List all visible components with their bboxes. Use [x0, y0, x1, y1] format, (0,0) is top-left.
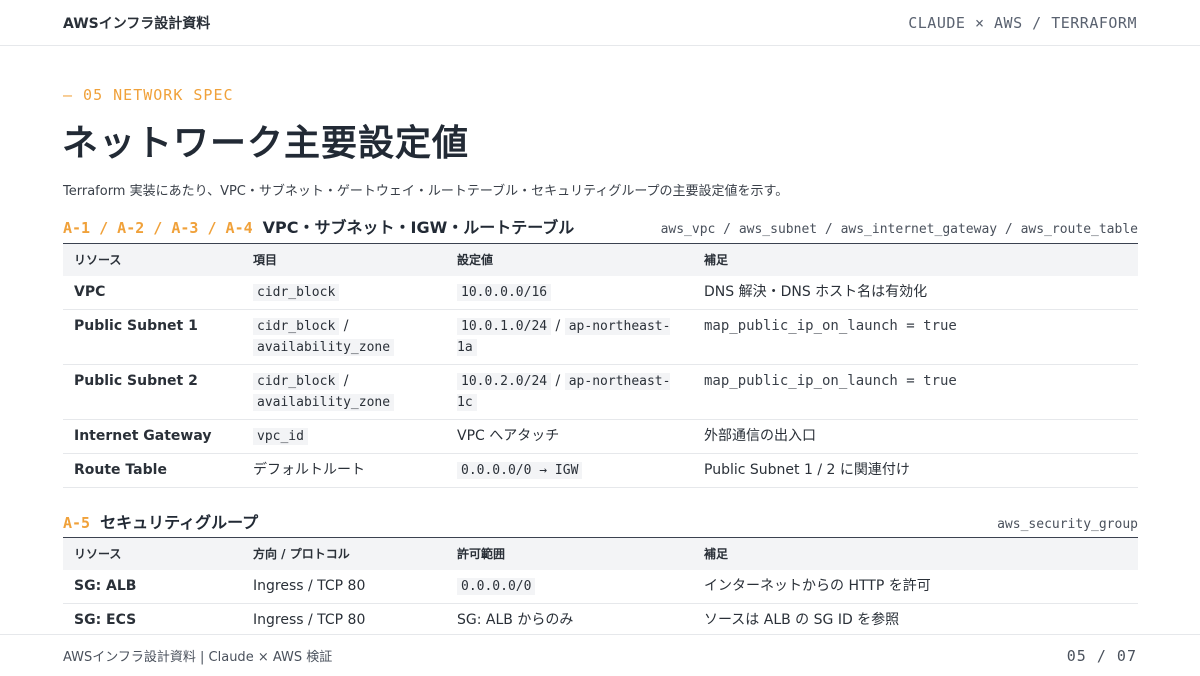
header-tagline: CLAUDE × AWS / TERRAFORM	[908, 13, 1137, 32]
cell-note: map_public_ip_on_launch = true	[693, 309, 1138, 365]
table-row: Public Subnet 2 cidr_block / availability…	[63, 364, 1138, 420]
cell-text: SG: ALB からのみ	[457, 611, 574, 628]
footer-text: AWSインフラ設計資料 | Claude × AWS 検証	[63, 650, 333, 665]
cell-item: Ingress / TCP 80	[242, 603, 446, 638]
sg-table-header-row: リソース 方向 / プロトコル 許可範囲 補足	[63, 537, 1138, 570]
cell-text: Ingress / TCP 80	[253, 577, 366, 594]
cell-text: Ingress / TCP 80	[253, 611, 366, 628]
cell-resource: Internet Gateway	[63, 419, 242, 454]
cell-note: ソースは ALB の SG ID を参照	[693, 603, 1138, 638]
network-table-title: VPC・サブネット・IGW・ルートテーブル	[262, 218, 575, 237]
col-header-direction: 方向 / プロトコル	[253, 547, 350, 562]
cell-item: cidr_block / availability_zone	[242, 364, 446, 420]
col-header-item: 項目	[253, 253, 278, 268]
cell-item: vpc_id	[242, 419, 446, 454]
code-snippet: availability_zone	[253, 338, 395, 356]
code-snippet: 10.0.1.0/24	[457, 317, 552, 335]
table-row: SG: ALB Ingress / TCP 80 0.0.0.0/0 インターネットか…	[63, 569, 1138, 604]
cell-text: /	[551, 317, 565, 334]
col-header-value: 設定値	[457, 253, 494, 268]
cell-text: /	[339, 372, 349, 389]
sg-table-heading: A-5 セキュリティグループ aws_security_group	[63, 509, 1138, 533]
table-row: Route Table デフォルトルート 0.0.0.0/0 → IGW Public…	[63, 453, 1138, 488]
network-table-resources: aws_vpc / aws_subnet / aws_internet_gate…	[660, 222, 1138, 237]
cell-value: SG: ALB からのみ	[446, 603, 693, 638]
cell-resource: Route Table	[63, 453, 242, 488]
cell-value: 0.0.0.0/0	[446, 569, 693, 604]
code-snippet: 10.0.2.0/24	[457, 372, 552, 390]
sg-table-body: SG: ALB Ingress / TCP 80 0.0.0.0/0 インターネットか…	[63, 569, 1138, 638]
code-snippet: cidr_block	[253, 372, 340, 390]
table-row: SG: ECS Ingress / TCP 80 SG: ALB からのみ ソースは …	[63, 603, 1138, 638]
page-number: 05 / 07	[1066, 646, 1137, 665]
brand-title: AWSインフラ設計資料	[63, 15, 211, 32]
section-label: — 05 NETWORK SPEC	[63, 86, 234, 104]
col-header-note: 補足	[704, 547, 729, 562]
code-snippet: vpc_id	[253, 427, 308, 445]
network-table: リソース 項目 設定値 補足 VPC cidr_block 10.0.0.0/16 D…	[63, 243, 1138, 488]
col-header-resource: リソース	[74, 253, 122, 268]
code-snippet: cidr_block	[253, 283, 340, 301]
cell-resource: SG: ECS	[63, 603, 242, 638]
col-header-note: 補足	[704, 253, 729, 268]
col-header-resource: リソース	[74, 547, 122, 562]
table-row: Internet Gateway vpc_id VPC へアタッチ 外部通信の出入口	[63, 419, 1138, 454]
cell-item: Ingress / TCP 80	[242, 569, 446, 604]
cell-note: 外部通信の出入口	[693, 419, 1138, 454]
cell-text: /	[339, 317, 349, 334]
cell-note: DNS 解決・DNS ホスト名は有効化	[693, 275, 1138, 310]
cell-value: 10.0.1.0/24 / ap-northeast-1a	[446, 309, 693, 365]
lead-text: Terraform 実装にあたり、VPC・サブネット・ゲートウェイ・ルートテーブ…	[63, 184, 789, 199]
cell-resource: SG: ALB	[63, 569, 242, 604]
table-row: Public Subnet 1 cidr_block / availability…	[63, 309, 1138, 365]
sg-table-resources: aws_security_group	[997, 517, 1138, 532]
network-table-heading: A-1 / A-2 / A-3 / A-4 VPC・サブネット・IGW・ルートテ…	[63, 214, 1138, 238]
cell-value: VPC へアタッチ	[446, 419, 693, 454]
cell-item: cidr_block	[242, 275, 446, 310]
page-footer: AWSインフラ設計資料 | Claude × AWS 検証 05 / 07	[0, 634, 1200, 676]
cell-text: /	[551, 372, 565, 389]
cell-text: VPC へアタッチ	[457, 427, 560, 444]
code-snippet: availability_zone	[253, 393, 395, 411]
page-title: ネットワーク主要設定値	[62, 123, 470, 164]
col-header-range: 許可範囲	[457, 547, 506, 562]
code-snippet: 0.0.0.0/0	[457, 577, 536, 595]
cell-item: cidr_block / availability_zone	[242, 309, 446, 365]
cell-note: Public Subnet 1 / 2 に関連付け	[693, 453, 1138, 488]
cell-item: デフォルトルート	[242, 453, 446, 488]
network-table-header-row: リソース 項目 設定値 補足	[63, 243, 1138, 276]
cell-text: デフォルトルート	[253, 461, 365, 478]
sg-table: リソース 方向 / プロトコル 許可範囲 補足 SG: ALB Ingress /…	[63, 537, 1138, 638]
table-row: VPC cidr_block 10.0.0.0/16 DNS 解決・DNS ホスト名は…	[63, 275, 1138, 310]
sg-table-title: セキュリティグループ	[100, 513, 259, 532]
sg-table-ids: A-5	[63, 514, 91, 532]
cell-resource: Public Subnet 1	[63, 309, 242, 365]
network-table-ids: A-1 / A-2 / A-3 / A-4	[63, 219, 253, 237]
cell-note: map_public_ip_on_launch = true	[693, 364, 1138, 420]
cell-resource: Public Subnet 2	[63, 364, 242, 420]
page-header: AWSインフラ設計資料 CLAUDE × AWS / TERRAFORM	[0, 0, 1200, 46]
cell-note: インターネットからの HTTP を許可	[693, 569, 1138, 604]
code-snippet: cidr_block	[253, 317, 340, 335]
cell-resource: VPC	[63, 275, 242, 310]
code-snippet: 0.0.0.0/0 → IGW	[457, 461, 583, 479]
cell-value: 10.0.2.0/24 / ap-northeast-1c	[446, 364, 693, 420]
cell-value: 10.0.0.0/16	[446, 275, 693, 310]
code-snippet: 10.0.0.0/16	[457, 283, 552, 301]
network-table-body: VPC cidr_block 10.0.0.0/16 DNS 解決・DNS ホスト名は…	[63, 275, 1138, 488]
cell-value: 0.0.0.0/0 → IGW	[446, 453, 693, 488]
